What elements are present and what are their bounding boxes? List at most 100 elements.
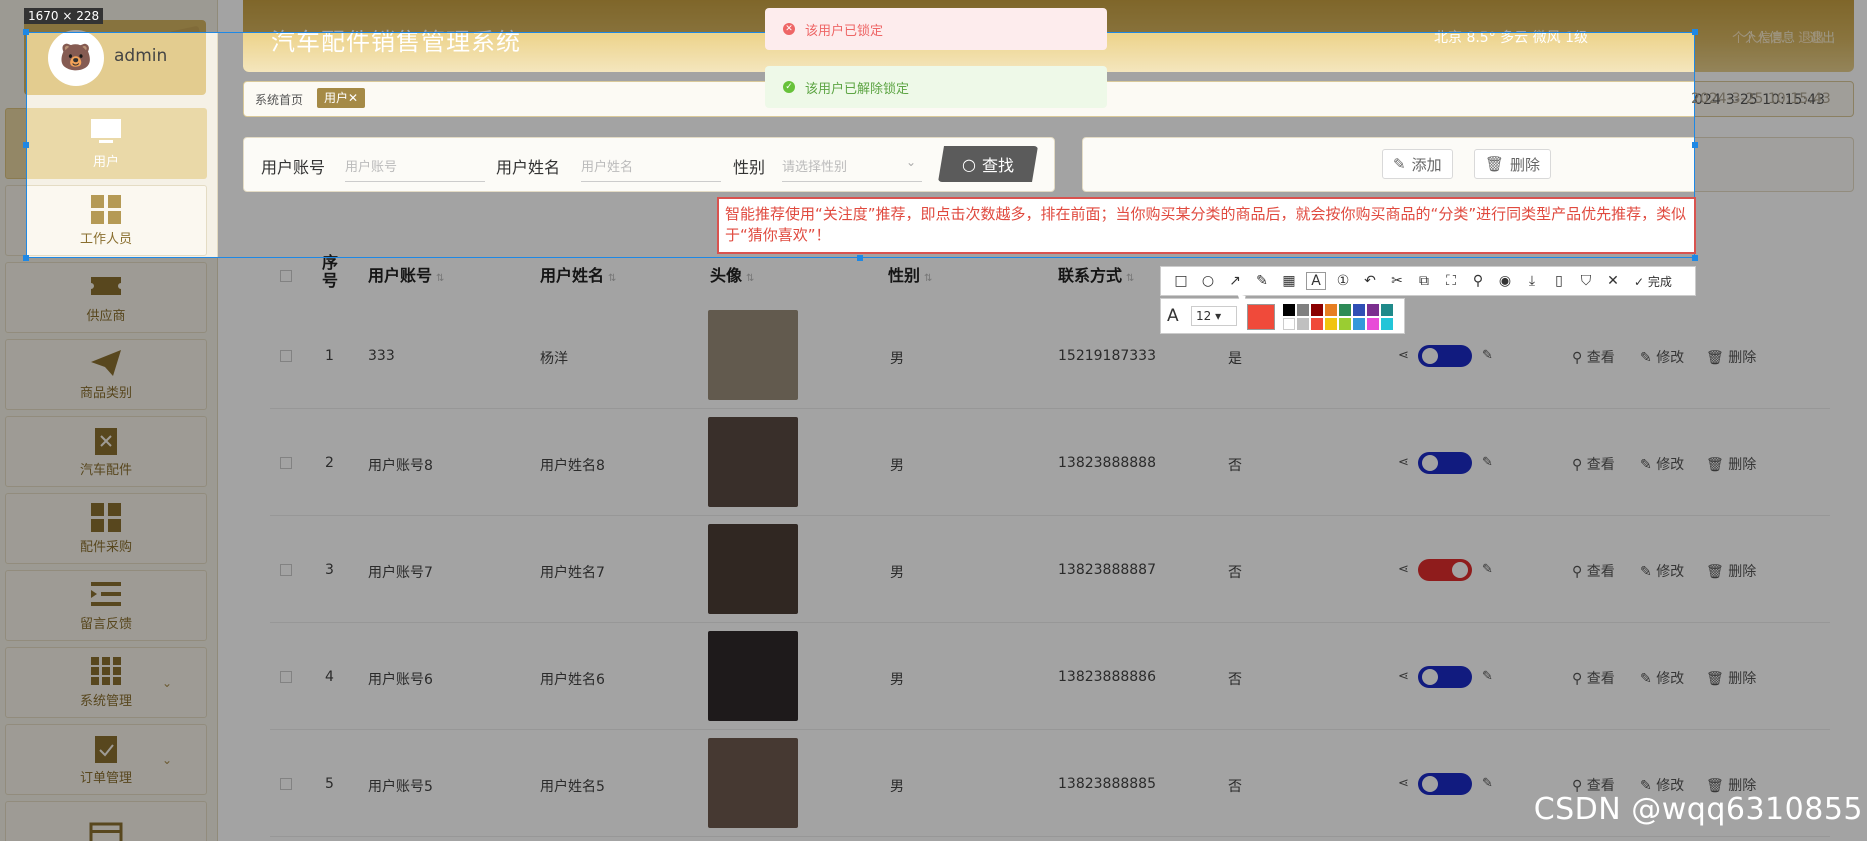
- color-swatch[interactable]: [1325, 304, 1337, 316]
- share-icon[interactable]: ⋖: [1398, 562, 1409, 577]
- resize-handle[interactable]: [1692, 29, 1698, 35]
- color-swatch[interactable]: [1367, 304, 1379, 316]
- color-swatch[interactable]: [1283, 304, 1295, 316]
- row-checkbox[interactable]: [280, 564, 292, 576]
- download-icon[interactable]: ⤓: [1522, 273, 1542, 289]
- pen-tool-icon[interactable]: ✎: [1252, 273, 1272, 289]
- ocr-icon[interactable]: ⧉: [1414, 273, 1434, 289]
- name-search-input[interactable]: 用户姓名: [581, 156, 721, 182]
- lock-toggle[interactable]: [1418, 559, 1472, 581]
- color-swatch[interactable]: [1311, 318, 1323, 330]
- bookmark-icon[interactable]: ⛉: [1576, 273, 1596, 289]
- view-button[interactable]: ⚲ 查看: [1572, 454, 1615, 474]
- row-checkbox[interactable]: [280, 671, 292, 683]
- delete-button[interactable]: 🗑 删除: [1474, 149, 1552, 179]
- share-icon[interactable]: ⋖: [1398, 455, 1409, 470]
- delete-row-button[interactable]: 🗑 删除: [1706, 347, 1756, 367]
- edit-icon[interactable]: ✎: [1482, 348, 1493, 363]
- view-button[interactable]: ⚲ 查看: [1572, 347, 1615, 367]
- breadcrumb-home[interactable]: 系统首页: [255, 91, 303, 108]
- col-header-phone[interactable]: 联系方式 ⇅: [1058, 262, 1134, 286]
- color-swatch[interactable]: [1325, 318, 1337, 330]
- edit-button[interactable]: ✎ 修改: [1640, 347, 1684, 367]
- edit-icon[interactable]: ✎: [1482, 776, 1493, 791]
- avatar-photo[interactable]: [708, 310, 798, 400]
- delete-row-button[interactable]: 🗑 删除: [1706, 561, 1756, 581]
- mosaic-tool-icon[interactable]: ▦: [1279, 273, 1299, 289]
- select-all-checkbox[interactable]: [280, 270, 292, 282]
- avatar-photo[interactable]: [708, 631, 798, 721]
- avatar-photo[interactable]: [708, 417, 798, 507]
- done-button[interactable]: ✓ 完成: [1634, 273, 1672, 290]
- sidebar-item-feedback[interactable]: 留言反馈: [5, 570, 207, 641]
- row-checkbox[interactable]: [280, 778, 292, 790]
- search-button[interactable]: ○ 查找: [938, 146, 1038, 182]
- view-button[interactable]: ⚲ 查看: [1572, 668, 1615, 688]
- lock-toggle[interactable]: [1418, 666, 1472, 688]
- current-color-swatch[interactable]: [1247, 304, 1275, 330]
- rectangle-tool-icon[interactable]: □: [1171, 273, 1191, 289]
- record-icon[interactable]: ◉: [1495, 273, 1515, 289]
- share-icon[interactable]: ⋖: [1398, 776, 1409, 791]
- sidebar-item-system[interactable]: 系统管理 ⌄: [5, 647, 207, 718]
- sidebar-item-orders[interactable]: 订单管理 ⌄: [5, 724, 207, 795]
- color-swatch[interactable]: [1311, 304, 1323, 316]
- col-header-avatar[interactable]: 头像 ⇅: [710, 262, 754, 286]
- ellipse-tool-icon[interactable]: ○: [1198, 273, 1218, 289]
- edit-icon[interactable]: ✎: [1482, 669, 1493, 684]
- edit-icon[interactable]: ✎: [1482, 562, 1493, 577]
- gender-select[interactable]: 请选择性别: [782, 156, 922, 182]
- color-swatch[interactable]: [1353, 318, 1365, 330]
- number-tool-icon[interactable]: ①: [1333, 273, 1353, 289]
- color-swatch[interactable]: [1381, 304, 1393, 316]
- share-icon[interactable]: ⋖: [1398, 348, 1409, 363]
- annotation-text-box[interactable]: 智能推荐使用“关注度”推荐，即点击次数越多，排在前面；当你购买某分类的商品后，就…: [717, 197, 1696, 254]
- col-header-account[interactable]: 用户账号 ⇅: [368, 262, 444, 286]
- arrow-tool-icon[interactable]: ↗: [1225, 273, 1245, 289]
- delete-row-button[interactable]: 🗑 删除: [1706, 454, 1756, 474]
- sidebar-item-parts[interactable]: 汽车配件: [5, 416, 207, 487]
- delete-row-button[interactable]: 🗑 删除: [1706, 668, 1756, 688]
- add-button[interactable]: ✎ 添加: [1382, 149, 1453, 179]
- lock-toggle[interactable]: [1418, 345, 1472, 367]
- view-button[interactable]: ⚲ 查看: [1572, 561, 1615, 581]
- resize-handle[interactable]: [857, 255, 863, 261]
- pin-icon[interactable]: ⚲: [1468, 273, 1488, 289]
- sidebar-item-purchase[interactable]: 配件采购: [5, 493, 207, 564]
- color-swatch[interactable]: [1367, 318, 1379, 330]
- color-swatch[interactable]: [1381, 318, 1393, 330]
- account-search-input[interactable]: 用户账号: [345, 156, 485, 182]
- resize-handle[interactable]: [1692, 255, 1698, 261]
- color-swatch[interactable]: [1339, 304, 1351, 316]
- avatar-photo[interactable]: [708, 524, 798, 614]
- resize-handle[interactable]: [23, 29, 29, 35]
- resize-handle[interactable]: [1692, 142, 1698, 148]
- scissors-icon[interactable]: ✂: [1387, 273, 1407, 289]
- row-checkbox[interactable]: [280, 457, 292, 469]
- sidebar-item-staff[interactable]: 工作人员: [26, 185, 207, 256]
- lock-toggle[interactable]: [1418, 773, 1472, 795]
- avatar-photo[interactable]: [708, 738, 798, 828]
- text-tool-icon[interactable]: A: [1306, 272, 1326, 290]
- color-swatch[interactable]: [1339, 318, 1351, 330]
- color-swatch[interactable]: [1297, 318, 1309, 330]
- share-icon[interactable]: ⋖: [1398, 669, 1409, 684]
- resize-handle[interactable]: [23, 142, 29, 148]
- col-header-gender[interactable]: 性别 ⇅: [888, 262, 932, 286]
- color-swatch[interactable]: [1353, 304, 1365, 316]
- sidebar-item-user[interactable]: 用户: [26, 108, 207, 179]
- col-header-name[interactable]: 用户姓名 ⇅: [540, 262, 616, 286]
- color-swatch[interactable]: [1297, 304, 1309, 316]
- resize-handle[interactable]: [23, 255, 29, 261]
- sidebar-item-category[interactable]: 商品类别: [5, 339, 207, 410]
- profile-link[interactable]: 个人信息: [1732, 31, 1784, 46]
- undo-icon[interactable]: ↶: [1360, 273, 1380, 289]
- edit-icon[interactable]: ✎: [1482, 455, 1493, 470]
- edit-button[interactable]: ✎ 修改: [1640, 668, 1684, 688]
- logout-link[interactable]: 退出: [1798, 31, 1824, 46]
- edit-button[interactable]: ✎ 修改: [1640, 561, 1684, 581]
- row-checkbox[interactable]: [280, 350, 292, 362]
- edit-button[interactable]: ✎ 修改: [1640, 454, 1684, 474]
- fullscreen-icon[interactable]: ⛶: [1441, 273, 1461, 289]
- long-screenshot-icon[interactable]: ▯: [1549, 273, 1569, 289]
